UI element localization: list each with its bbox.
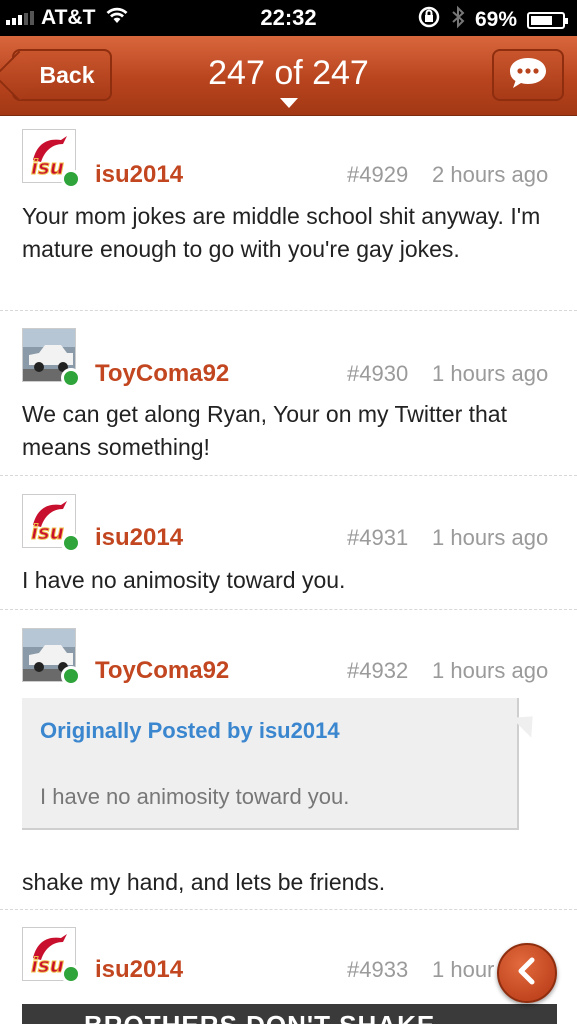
online-indicator <box>61 368 81 388</box>
post-number[interactable]: #4931 <box>347 525 408 551</box>
username[interactable]: ToyComa92 <box>95 657 229 685</box>
back-label: Back <box>39 61 95 88</box>
svg-text:isu: isu <box>31 953 64 977</box>
status-bar: AT&T 22:32 69% <box>0 0 577 36</box>
online-indicator <box>61 533 81 553</box>
post-time: 2 hours ago <box>432 162 549 187</box>
username[interactable]: isu2014 <box>95 524 183 552</box>
back-button[interactable]: Back <box>12 49 112 101</box>
quote-text: I have no animosity toward you. <box>40 784 350 809</box>
username[interactable]: isu2014 <box>95 956 183 984</box>
bluetooth-icon <box>451 5 465 35</box>
username[interactable]: isu2014 <box>95 161 183 189</box>
post-4929: isu isu2014 #4929 2 hours ago Your mom j… <box>0 117 577 311</box>
quote-block: Originally Posted by isu2014 I have no a… <box>22 698 519 830</box>
image-caption: BROTHERS DON'T SHAKE <box>84 1010 435 1024</box>
online-indicator <box>61 169 81 189</box>
post-number[interactable]: #4932 <box>347 658 408 684</box>
chevron-left-icon <box>514 956 540 991</box>
post-number[interactable]: #4933 <box>347 957 408 983</box>
post-time: 1 hours ago <box>432 658 549 683</box>
reply-button[interactable] <box>492 49 564 101</box>
post-body: Your mom jokes are middle school shit an… <box>22 203 541 262</box>
quote-author-link[interactable]: Originally Posted by isu2014 <box>40 718 340 744</box>
battery-icon <box>527 11 568 29</box>
scroll-back-button[interactable] <box>497 943 557 1003</box>
svg-text:isu: isu <box>31 520 64 544</box>
chat-bubble-icon <box>507 55 549 96</box>
post-body: I have no animosity toward you. <box>22 567 346 593</box>
username[interactable]: ToyComa92 <box>95 360 229 388</box>
svg-text:isu: isu <box>31 155 64 179</box>
online-indicator <box>61 666 81 686</box>
rotation-lock-icon <box>417 5 441 35</box>
battery-percent: 69% <box>474 8 517 31</box>
post-4931: isu isu2014 #4931 1 hours ago I have no … <box>0 476 577 610</box>
post-body: We can get along Ryan, Your on my Twitte… <box>22 401 507 460</box>
page-title[interactable]: 247 of 247 <box>150 54 427 93</box>
post-time: 1 hours ago <box>432 361 549 386</box>
post-number[interactable]: #4930 <box>347 361 408 387</box>
nav-bar: Back 247 of 247 <box>0 36 577 116</box>
post-time: 1 hour <box>432 957 495 982</box>
post-image[interactable]: BROTHERS DON'T SHAKE <box>22 1004 557 1024</box>
caret-down-icon[interactable] <box>280 98 298 108</box>
online-indicator <box>61 964 81 984</box>
post-body: shake my hand, and lets be friends. <box>22 869 386 895</box>
post-4930: ToyComa92 #4930 1 hours ago We can get a… <box>0 311 577 476</box>
post-number[interactable]: #4929 <box>347 162 408 188</box>
post-time: 1 hours ago <box>432 525 549 550</box>
